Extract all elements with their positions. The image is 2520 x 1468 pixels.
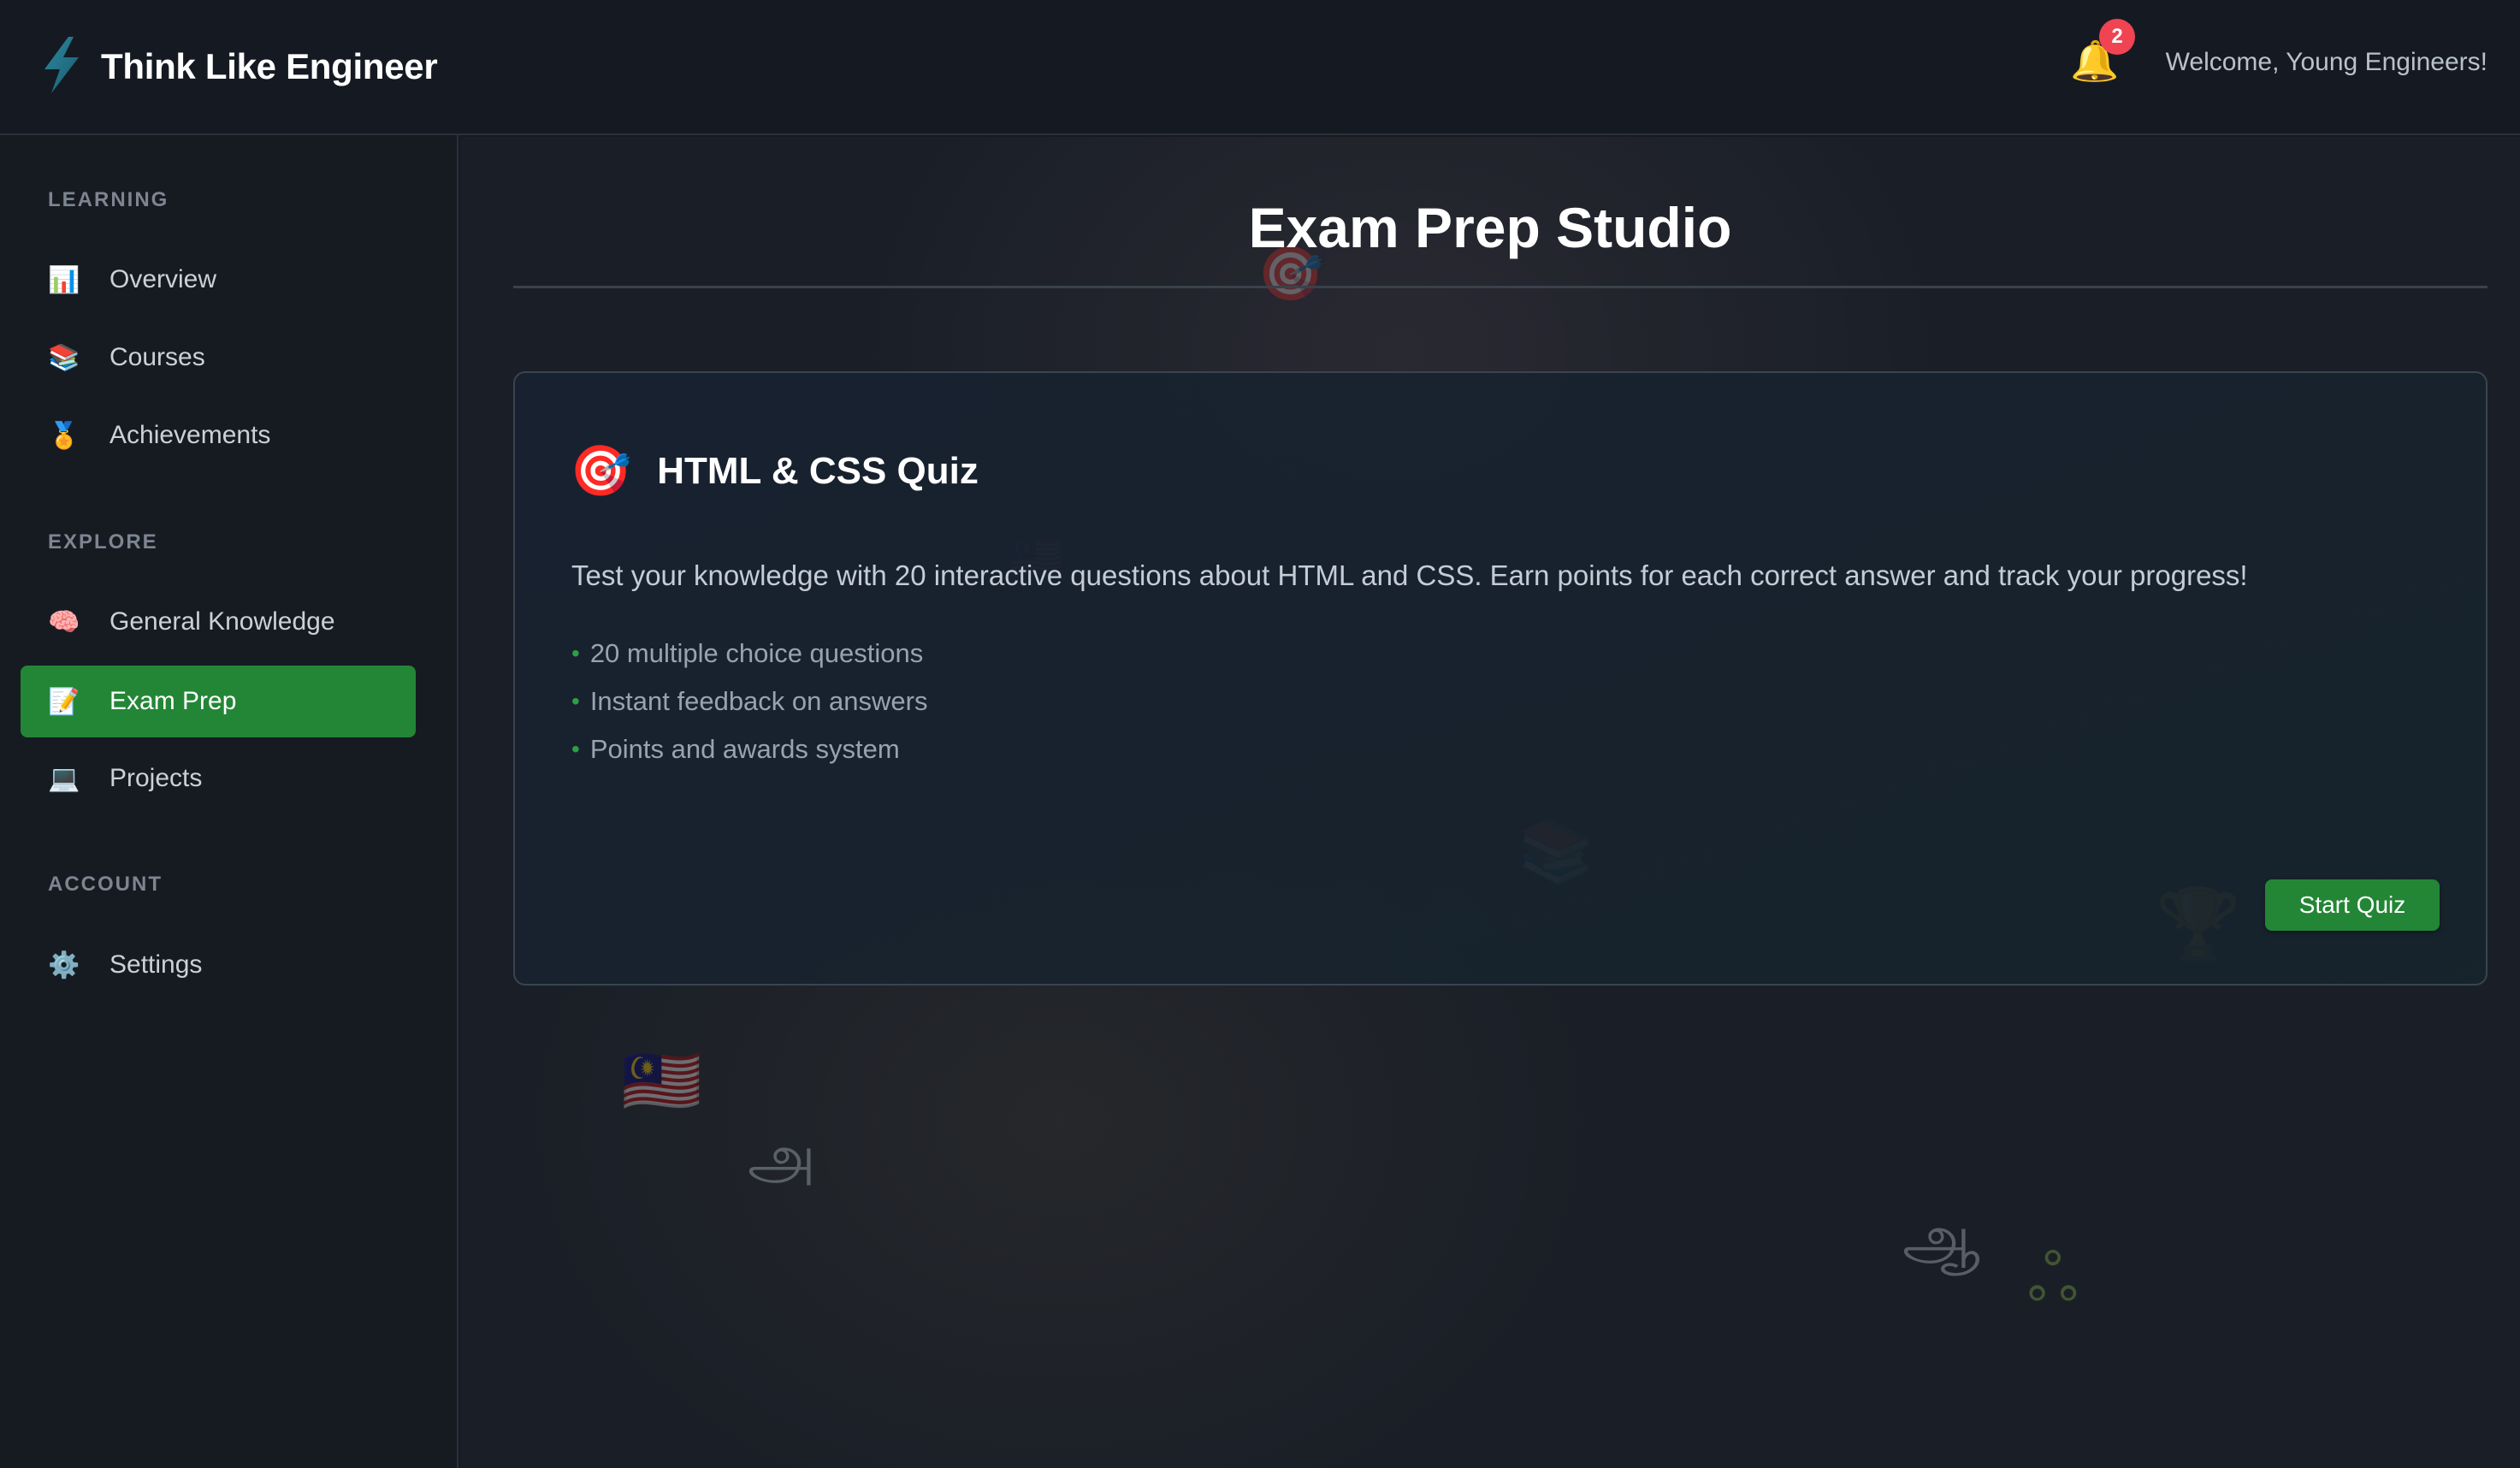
sidebar-item-settings[interactable]: ⚙️ Settings [21,929,416,1001]
floating-malaysia-flag-icon: 🇲🇾 [621,1045,702,1117]
gear-icon: ⚙️ [48,950,80,980]
quiz-card: 🎯 HTML & CSS Quiz Test your knowledge wi… [513,371,2487,986]
sidebar-item-label: General Knowledge [109,607,335,636]
feature-text: Instant feedback on answers [589,686,928,716]
bullet-icon: • [571,640,580,666]
quiz-title: HTML & CSS Quiz [657,450,979,492]
brand[interactable]: Think Like Engineer [39,33,438,101]
list-item: • Points and awards system [571,725,927,773]
start-quiz-button[interactable]: Start Quiz [2265,879,2440,931]
bullet-icon: • [571,736,580,762]
section-label-explore: EXPLORE [48,530,158,553]
welcome-message: Welcome, Young Engineers! [2165,48,2487,76]
bullet-icon: • [571,688,580,714]
title-divider [513,286,2487,288]
list-item: • 20 multiple choice questions [571,630,927,678]
target-icon: 🎯 [570,443,632,499]
notifications-button[interactable]: 🔔 2 [2067,19,2135,94]
quiz-description: Test your knowledge with 20 interactive … [571,559,2248,591]
page-title: Exam Prep Studio [1248,196,1732,259]
app-title: Think Like Engineer [101,46,438,86]
sidebar-item-exam-prep[interactable]: 📝 Exam Prep [21,666,416,737]
section-label-learning: LEARNING [48,188,169,211]
notification-count-badge: 2 [2099,19,2135,55]
sidebar-item-courses[interactable]: 📚 Courses [21,322,416,394]
main-content: 🎯 🇲🇾 📚 🏆 🇲🇾 அ ஆ ஃ Exam Prep Studio 🎯 HTM… [460,137,2520,1468]
sidebar-item-label: Exam Prep [109,687,237,715]
top-bar: Think Like Engineer 🔔 2 Welcome, Young E… [0,0,2520,135]
sidebar-item-general-knowledge[interactable]: 🧠 General Knowledge [21,586,416,658]
sidebar-item-label: Overview [109,265,217,293]
list-item: • Instant feedback on answers [571,678,927,725]
brain-icon: 🧠 [48,607,80,636]
lightning-bolt-icon [39,35,84,99]
quiz-feature-list: • 20 multiple choice questions • Instant f… [571,630,927,773]
feature-text: 20 multiple choice questions [589,638,924,668]
sidebar-item-label: Projects [109,764,203,792]
floating-tamil-letter: அ [748,1121,817,1193]
laptop-icon: 💻 [48,764,80,793]
section-label-account: ACCOUNT [48,873,163,896]
bar-chart-icon: 📊 [48,265,80,294]
quiz-card-header: 🎯 HTML & CSS Quiz [570,447,979,496]
sidebar-item-achievements[interactable]: 🏅 Achievements [21,400,416,471]
medal-icon: 🏅 [48,421,80,450]
sidebar-item-label: Achievements [109,421,271,449]
sidebar-item-label: Settings [109,950,203,979]
sidebar-item-projects[interactable]: 💻 Projects [21,743,416,814]
feature-text: Points and awards system [589,734,900,764]
sidebar: LEARNING 📊 Overview 📚 Courses 🏅 Achievem… [0,135,458,1468]
floating-tamil-letter: ஃ [2027,1240,2079,1316]
books-icon: 📚 [48,343,80,372]
sidebar-item-overview[interactable]: 📊 Overview [21,244,416,316]
sidebar-item-label: Courses [109,343,205,371]
memo-icon: 📝 [48,687,80,716]
floating-tamil-letter: ஆ [1902,1201,1981,1273]
